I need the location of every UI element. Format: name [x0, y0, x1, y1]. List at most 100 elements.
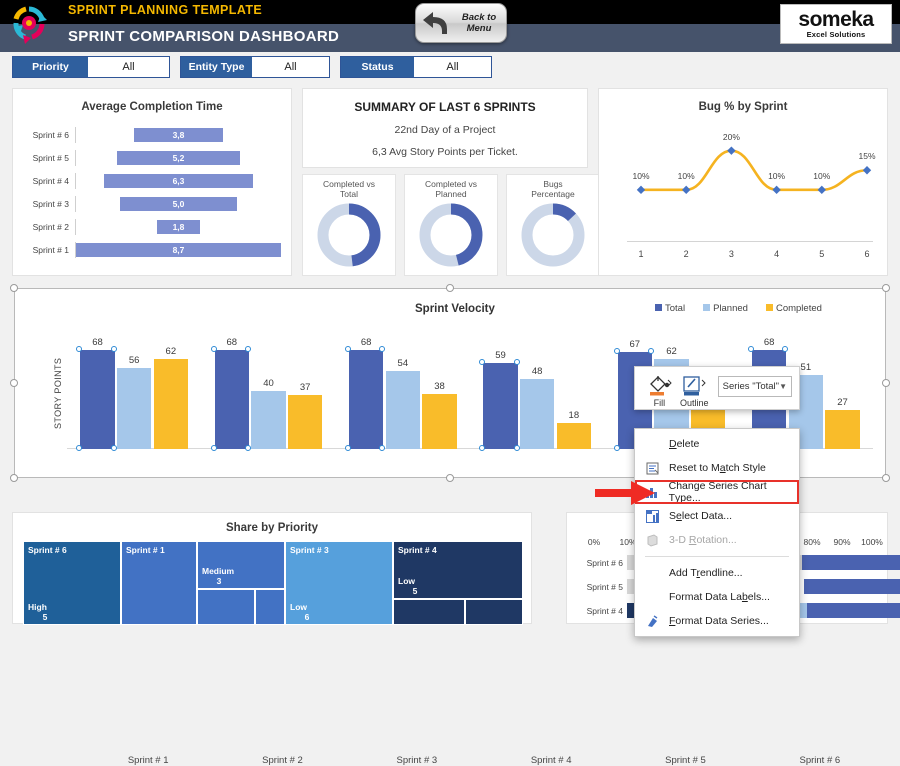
- series-selection-handle[interactable]: [110, 445, 117, 451]
- velocity-bar[interactable]: [80, 350, 115, 449]
- filter-entity-type-value[interactable]: All: [252, 57, 329, 77]
- velocity-bar[interactable]: [153, 359, 188, 449]
- filter-status[interactable]: Status All: [340, 56, 492, 78]
- series-selection-handle[interactable]: [613, 347, 620, 354]
- velocity-category-label: Sprint # 5: [665, 755, 706, 766]
- velocity-bar[interactable]: [214, 350, 249, 449]
- series-selection-handle[interactable]: [345, 445, 352, 451]
- filter-status-value[interactable]: All: [414, 57, 491, 77]
- series-selection-handle[interactable]: [210, 445, 217, 451]
- context-menu-item-label: Delete: [669, 438, 700, 450]
- treemap-cell[interactable]: [197, 589, 255, 625]
- donut-label-line2: Total: [340, 189, 358, 199]
- series-selection-handle[interactable]: [244, 445, 251, 451]
- filter-priority[interactable]: Priority All: [12, 56, 170, 78]
- series-selection-handle[interactable]: [613, 445, 620, 451]
- bug-x-tick: 1: [638, 249, 644, 259]
- donut-label-line1: Completed vs: [323, 179, 375, 189]
- chart-resize-handle[interactable]: [10, 284, 18, 292]
- average-completion-time-card: Average Completion Time Sprint # 6 3,8 Spr…: [12, 88, 292, 276]
- brand-name: someka: [798, 7, 874, 31]
- format-series-icon: [639, 614, 665, 628]
- chart-resize-handle[interactable]: [10, 474, 18, 482]
- treemap-cell[interactable]: Medium 3: [197, 541, 285, 589]
- context-menu-item[interactable]: Select Data...: [635, 504, 799, 528]
- donut-label: Completed vs Planned: [405, 175, 497, 199]
- donut-label: Completed vs Total: [303, 175, 395, 199]
- velocity-bar[interactable]: [117, 367, 152, 449]
- velocity-bar[interactable]: [349, 350, 384, 449]
- velocity-bar-label: 18: [568, 409, 580, 421]
- fill-button[interactable]: Fill: [642, 372, 677, 408]
- rotation-3d-icon: [639, 533, 665, 547]
- velocity-bar[interactable]: [483, 363, 518, 449]
- velocity-bar-label: 48: [531, 366, 543, 378]
- chart-resize-handle[interactable]: [446, 284, 454, 292]
- legend-item-completed[interactable]: Completed: [765, 303, 822, 314]
- velocity-bar[interactable]: [825, 409, 860, 449]
- legend-label: Completed: [775, 303, 822, 314]
- progress-x-tick: 90%: [833, 537, 851, 547]
- series-select[interactable]: Series "Total" ▼: [717, 376, 793, 397]
- brand-tagline: Excel Solutions: [806, 29, 866, 39]
- bug-point-label: 20%: [722, 131, 740, 142]
- context-menu[interactable]: Delete Reset to Match Style Change Series …: [634, 428, 800, 637]
- sprint-velocity-legend[interactable]: Total Planned Completed: [655, 303, 822, 314]
- completion-row: Sprint # 4 6,3: [13, 171, 281, 191]
- chart-resize-handle[interactable]: [882, 379, 890, 387]
- context-menu-item[interactable]: Reset to Match Style: [635, 456, 799, 480]
- chart-resize-handle[interactable]: [882, 474, 890, 482]
- mini-format-toolbar[interactable]: Fill Outline Series "Total" ▼: [634, 366, 800, 410]
- velocity-bar[interactable]: [288, 395, 323, 449]
- treemap-priority-count: 5: [42, 612, 48, 622]
- treemap-cell[interactable]: Sprint # 6 High 5: [23, 541, 121, 625]
- treemap-cell[interactable]: Sprint # 3 Low 6: [285, 541, 393, 625]
- context-menu-item[interactable]: Format Data Series...: [635, 609, 799, 633]
- bug-x-axis: [627, 241, 873, 242]
- context-menu-item-label: Select Data...: [669, 510, 733, 522]
- treemap-priority-count: 6: [304, 612, 310, 622]
- filter-priority-value[interactable]: All: [88, 57, 169, 77]
- treemap-sprint-label: Sprint # 3: [290, 545, 329, 555]
- velocity-bar[interactable]: [556, 422, 591, 449]
- treemap-cell[interactable]: Sprint # 4 Low 5: [393, 541, 523, 599]
- summary-card: SUMMARY OF LAST 6 SPRINTS 22nd Day of a …: [302, 88, 588, 168]
- context-menu-item-label: Change Series Chart Type...: [668, 480, 767, 504]
- chart-resize-handle[interactable]: [882, 284, 890, 292]
- treemap-cell[interactable]: Sprint # 1: [121, 541, 197, 625]
- treemap-cell[interactable]: [465, 599, 523, 625]
- treemap-cell[interactable]: [255, 589, 285, 625]
- context-menu-item[interactable]: Change Series Chart Type...: [635, 480, 799, 504]
- context-menu-item[interactable]: Format Data Labels...: [635, 585, 799, 609]
- series-selection-handle[interactable]: [647, 347, 654, 354]
- velocity-bar[interactable]: [385, 370, 420, 449]
- legend-swatch: [765, 304, 773, 311]
- velocity-bar[interactable]: [251, 391, 286, 449]
- context-menu-item: 3-D Rotation...: [635, 528, 799, 552]
- someka-logo: someka Excel Solutions: [780, 4, 892, 44]
- chart-resize-handle[interactable]: [446, 474, 454, 482]
- outline-button[interactable]: Outline: [677, 372, 712, 408]
- treemap-priority-count: 3: [216, 576, 222, 586]
- series-selection-handle[interactable]: [513, 445, 520, 451]
- completion-row-label: Sprint # 3: [32, 199, 69, 209]
- context-menu-item[interactable]: Add Trendline...: [635, 561, 799, 585]
- completion-bar: 8,7: [76, 243, 281, 257]
- treemap-cell[interactable]: [393, 599, 465, 625]
- velocity-bar[interactable]: [422, 393, 457, 449]
- completion-row-track: 5,0: [75, 196, 281, 212]
- completion-row-track: 5,2: [75, 150, 281, 166]
- context-menu-item[interactable]: Delete: [635, 432, 799, 456]
- completion-row: Sprint # 2 1,8: [13, 217, 281, 237]
- chart-resize-handle[interactable]: [10, 379, 18, 387]
- filter-entity-type[interactable]: Entity Type All: [180, 56, 330, 78]
- share-by-priority-card: Share by Priority Sprint # 6 High 5 Sprint …: [12, 512, 532, 625]
- velocity-bar[interactable]: [520, 379, 555, 449]
- treemap-priority-name: Low: [398, 576, 415, 586]
- back-to-menu-button[interactable]: Back to Menu: [415, 3, 507, 43]
- bug-point-label: 10%: [677, 170, 695, 181]
- context-menu-item-label: Reset to Match Style: [669, 462, 766, 474]
- legend-item-total[interactable]: Total: [655, 303, 685, 314]
- legend-item-planned[interactable]: Planned: [703, 303, 748, 314]
- bug-x-tick: 3: [728, 249, 734, 259]
